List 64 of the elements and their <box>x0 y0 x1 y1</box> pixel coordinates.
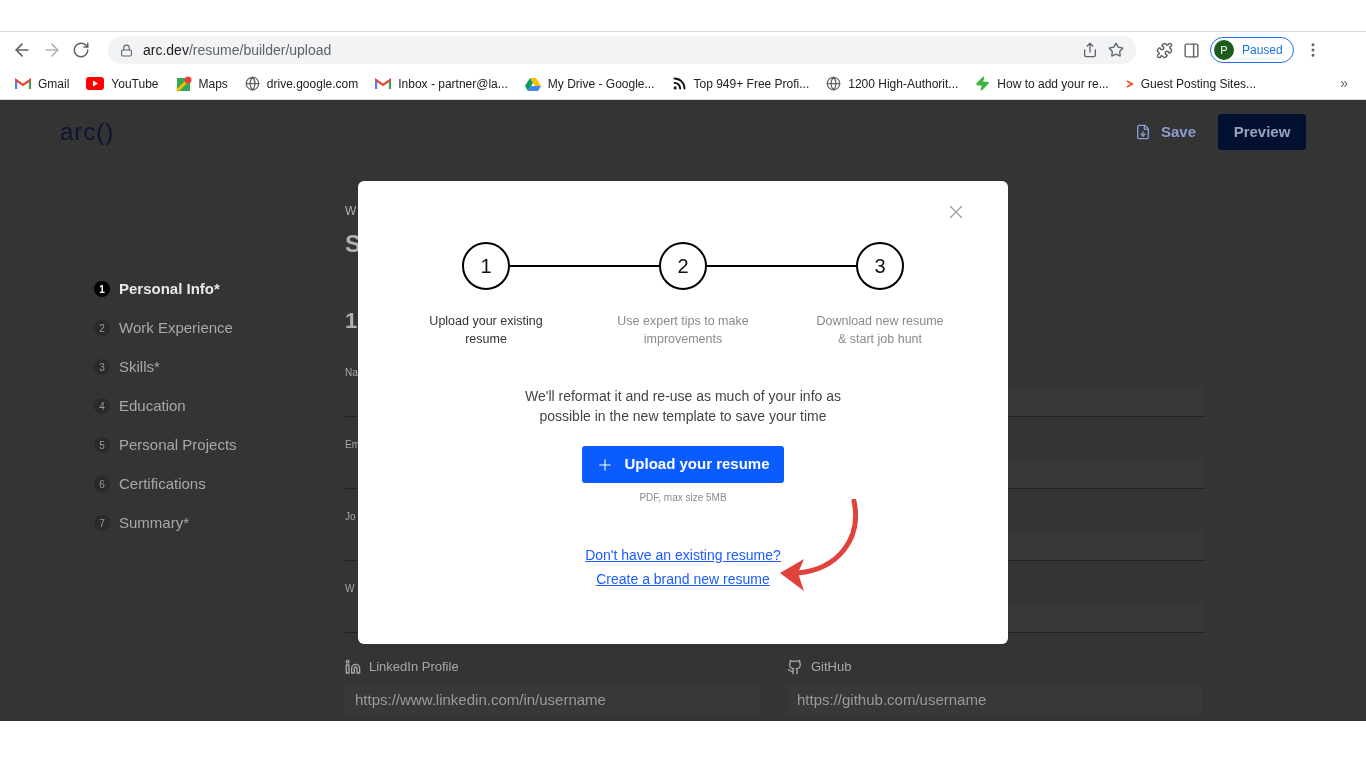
bookmark[interactable]: YouTube <box>86 74 159 93</box>
address-bar[interactable]: arc.dev/resume/builder/upload <box>108 36 1136 64</box>
eyebrow-text: W <box>345 203 357 220</box>
save-icon <box>1134 124 1151 140</box>
bookmark[interactable]: Gmail <box>15 74 70 93</box>
bookmark[interactable]: Maps <box>175 74 228 93</box>
description-text: We'll reformat it and re-use as much of your info as possible in the new template to save your time <box>524 387 842 426</box>
side-panel-icon[interactable] <box>1183 41 1200 59</box>
section-number: 1 <box>345 307 358 335</box>
bookmark[interactable]: Guest Posting Sites... <box>1125 74 1257 93</box>
bookmark[interactable]: drive.google.com <box>244 74 359 93</box>
input-field[interactable]: https://www.linkedin.com/in/username <box>345 684 760 715</box>
input-field[interactable] <box>1008 602 1205 632</box>
bookmark[interactable]: My Drive - Google... <box>524 74 655 93</box>
input-field[interactable] <box>1008 386 1205 416</box>
step-label: Use expert tips to make improvements <box>616 313 750 348</box>
field-label: Jo <box>345 510 356 524</box>
bookmarks-overflow[interactable]: » <box>1340 73 1348 94</box>
feed-icon <box>671 76 687 91</box>
field-label: GitHub <box>811 658 852 676</box>
input-field[interactable]: https://github.com/username <box>787 684 1202 715</box>
reload-icon[interactable] <box>72 41 90 59</box>
mail-icon <box>375 77 392 90</box>
input-field[interactable] <box>1008 458 1205 488</box>
field-label: LinkedIn Profile <box>369 658 459 676</box>
field-label: Na <box>345 366 358 380</box>
step-nav-item[interactable]: 2 Work Experience <box>94 319 345 337</box>
linkedin-icon <box>345 658 361 675</box>
field-label: W <box>345 582 355 596</box>
extensions-icon[interactable] <box>1156 41 1173 59</box>
step-label: Upload your existing resume <box>428 313 544 348</box>
step-nav-item[interactable]: 1 Personal Info* <box>94 280 345 298</box>
file-size-note: PDF, max size 5MB <box>639 491 727 505</box>
save-button[interactable]: Save <box>1134 120 1196 144</box>
play-icon <box>86 77 105 90</box>
lightning-icon <box>975 76 991 91</box>
existing-resume-link[interactable]: Don't have an existing resume? <box>585 545 781 566</box>
step-nav-item[interactable]: 6 Certifications <box>94 475 345 493</box>
mail-icon <box>15 77 31 90</box>
avatar: P <box>1214 40 1234 60</box>
share-icon[interactable] <box>1082 42 1098 58</box>
bookmark[interactable]: 1200 High-Authorit... <box>826 74 959 93</box>
lock-icon <box>120 43 133 57</box>
input-field[interactable] <box>1008 530 1205 560</box>
globe-icon <box>826 76 842 91</box>
step-nav-item[interactable]: 7 Summary* <box>94 514 345 532</box>
map-pin-icon <box>175 75 192 92</box>
step-label: Download new resume & start job hunt <box>815 313 945 348</box>
upload-button[interactable]: Upload your resume <box>582 446 784 483</box>
bookmark[interactable]: How to add your re... <box>975 74 1109 93</box>
chevron-icon <box>1125 79 1134 88</box>
step-nav-item[interactable]: 4 Education <box>94 397 345 415</box>
bookmark[interactable]: Top 949+ Free Profi... <box>671 74 810 93</box>
profile-status: Paused <box>1242 42 1283 59</box>
github-icon <box>787 658 803 675</box>
triangle-icon <box>524 76 541 91</box>
bookmark-star-icon[interactable] <box>1108 42 1124 58</box>
step-nav-item[interactable]: 5 Personal Projects <box>94 436 345 454</box>
url-text: arc.dev/resume/builder/upload <box>143 40 332 60</box>
step-nav-item[interactable]: 3 Skills* <box>94 358 345 376</box>
create-resume-link[interactable]: Create a brand new resume <box>596 569 770 590</box>
bookmark[interactable]: Inbox - partner@la... <box>375 74 508 93</box>
globe-icon <box>244 76 260 91</box>
preview-button[interactable]: Preview <box>1218 114 1306 150</box>
